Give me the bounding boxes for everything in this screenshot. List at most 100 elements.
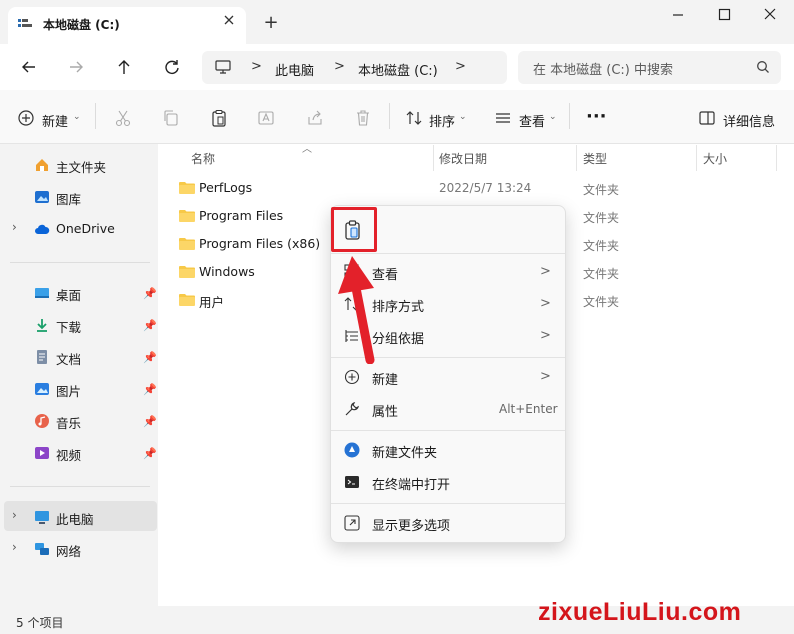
- submenu-arrow-icon: >: [540, 369, 551, 384]
- details-pane-icon: [698, 109, 716, 127]
- tab-title: 本地磁盘 (C:): [43, 18, 120, 32]
- submenu-arrow-icon: >: [540, 328, 551, 343]
- sidebar-divider: [10, 486, 150, 487]
- pin-icon[interactable]: 📌: [143, 319, 157, 332]
- new-icon: [344, 369, 360, 385]
- toolbar-divider: [389, 103, 390, 129]
- pin-icon[interactable]: 📌: [143, 383, 157, 396]
- menu-item-label: 属性: [372, 405, 399, 420]
- chevron-down-icon: ⌄: [549, 112, 557, 122]
- file-modified: 2022/5/7 13:24: [439, 181, 532, 195]
- new-tab-button[interactable]: +: [262, 14, 280, 32]
- annotation-arrow-icon: [330, 244, 390, 364]
- folder-icon: [179, 181, 195, 194]
- expand-chevron-icon[interactable]: ›: [12, 508, 17, 522]
- more-button[interactable]: ···: [586, 106, 607, 127]
- sidebar-item-label: 下载: [56, 320, 82, 335]
- column-divider[interactable]: [433, 145, 434, 171]
- share-icon[interactable]: [306, 109, 324, 127]
- file-type: 文件夹: [583, 267, 620, 281]
- music-icon: [34, 413, 50, 429]
- copy-icon[interactable]: [162, 109, 180, 127]
- column-divider[interactable]: [576, 145, 577, 171]
- file-type: 文件夹: [583, 239, 620, 253]
- drive-icon: [18, 17, 32, 29]
- new-button[interactable]: 新建: [42, 111, 68, 130]
- file-name: Program Files: [199, 208, 284, 223]
- document-icon: [34, 349, 50, 365]
- sidebar-item-label: 此电脑: [56, 512, 94, 527]
- breadcrumb-separator: >: [251, 59, 262, 74]
- sidebar-item-label: 图库: [56, 192, 82, 207]
- column-divider[interactable]: [696, 145, 697, 171]
- folder-icon: [179, 209, 195, 222]
- sidebar-item-label: 音乐: [56, 416, 82, 431]
- menu-item-new-folder[interactable]: [334, 436, 562, 464]
- pin-icon[interactable]: 📌: [143, 351, 157, 364]
- terminal-icon: [344, 474, 360, 490]
- paste-icon[interactable]: [210, 109, 228, 127]
- expand-chevron-icon[interactable]: ›: [12, 540, 17, 554]
- file-type: 文件夹: [583, 211, 620, 225]
- more-options-icon: [344, 515, 360, 531]
- computer-icon: [214, 58, 232, 76]
- properties-icon: [344, 401, 360, 417]
- folder-icon: [179, 237, 195, 250]
- expand-chevron-icon[interactable]: ›: [12, 220, 17, 234]
- submenu-arrow-icon: >: [540, 264, 551, 279]
- picture-icon: [34, 381, 50, 397]
- search-icon: [756, 60, 770, 74]
- column-header-name[interactable]: 名称: [191, 150, 215, 167]
- pin-icon[interactable]: 📌: [143, 447, 157, 460]
- sidebar-item-label: 桌面: [56, 288, 82, 303]
- sidebar-item-label: OneDrive: [56, 221, 115, 236]
- back-arrow-icon[interactable]: [18, 56, 40, 78]
- refresh-icon[interactable]: [161, 56, 183, 78]
- sidebar-item-label: 视频: [56, 448, 82, 463]
- pin-icon[interactable]: 📌: [143, 287, 157, 300]
- search-placeholder: 在 本地磁盘 (C:) 中搜索: [533, 63, 673, 78]
- column-header-type[interactable]: 类型: [583, 150, 607, 167]
- sort-button[interactable]: 排序: [429, 111, 455, 130]
- sidebar-divider: [10, 262, 150, 263]
- details-button[interactable]: 详细信息: [723, 111, 775, 130]
- maximize-icon[interactable]: [709, 6, 739, 24]
- close-icon[interactable]: [222, 13, 236, 27]
- view-button[interactable]: 查看: [519, 111, 545, 130]
- cut-icon[interactable]: [114, 109, 132, 127]
- rename-icon[interactable]: [257, 109, 275, 127]
- gallery-icon: [34, 189, 50, 205]
- column-header-size[interactable]: 大小: [703, 150, 727, 167]
- menu-shortcut: Alt+Enter: [499, 402, 558, 416]
- breadcrumb-local-disk[interactable]: 本地磁盘 (C:): [358, 60, 438, 79]
- up-arrow-icon[interactable]: [113, 56, 135, 78]
- column-divider[interactable]: [776, 145, 777, 171]
- breadcrumb-separator: >: [455, 59, 466, 74]
- sidebar-item-label: 图片: [56, 384, 82, 399]
- forward-arrow-icon[interactable]: [65, 56, 87, 78]
- menu-separator: [331, 503, 565, 504]
- pin-icon[interactable]: 📌: [143, 415, 157, 428]
- column-header-modified[interactable]: 修改日期: [439, 150, 487, 167]
- sidebar-item-label: 网络: [56, 544, 82, 559]
- chevron-down-icon: ⌄: [459, 112, 467, 122]
- download-icon: [34, 317, 50, 333]
- sidebar-item-label: 文档: [56, 352, 82, 367]
- delete-icon[interactable]: [354, 109, 372, 127]
- file-name: PerfLogs: [199, 180, 253, 195]
- chevron-down-icon: ⌄: [73, 112, 81, 122]
- window-close-icon[interactable]: [755, 6, 785, 24]
- new-icon: [17, 109, 35, 127]
- toolbar-divider: [569, 103, 570, 129]
- network-icon: [34, 541, 50, 557]
- minimize-icon[interactable]: [663, 6, 693, 24]
- view-icon: [494, 109, 512, 127]
- watermark-text: zixueLiuLiu.com: [538, 598, 742, 626]
- desktop-icon: [34, 285, 50, 301]
- menu-item-label: 显示更多选项: [372, 519, 451, 534]
- submenu-arrow-icon: >: [540, 296, 551, 311]
- file-name: Program Files (x86): [199, 236, 321, 251]
- menu-item-new[interactable]: [334, 363, 562, 391]
- breadcrumb-this-pc[interactable]: 此电脑: [275, 60, 314, 79]
- sort-ascending-icon: ︿: [302, 144, 312, 155]
